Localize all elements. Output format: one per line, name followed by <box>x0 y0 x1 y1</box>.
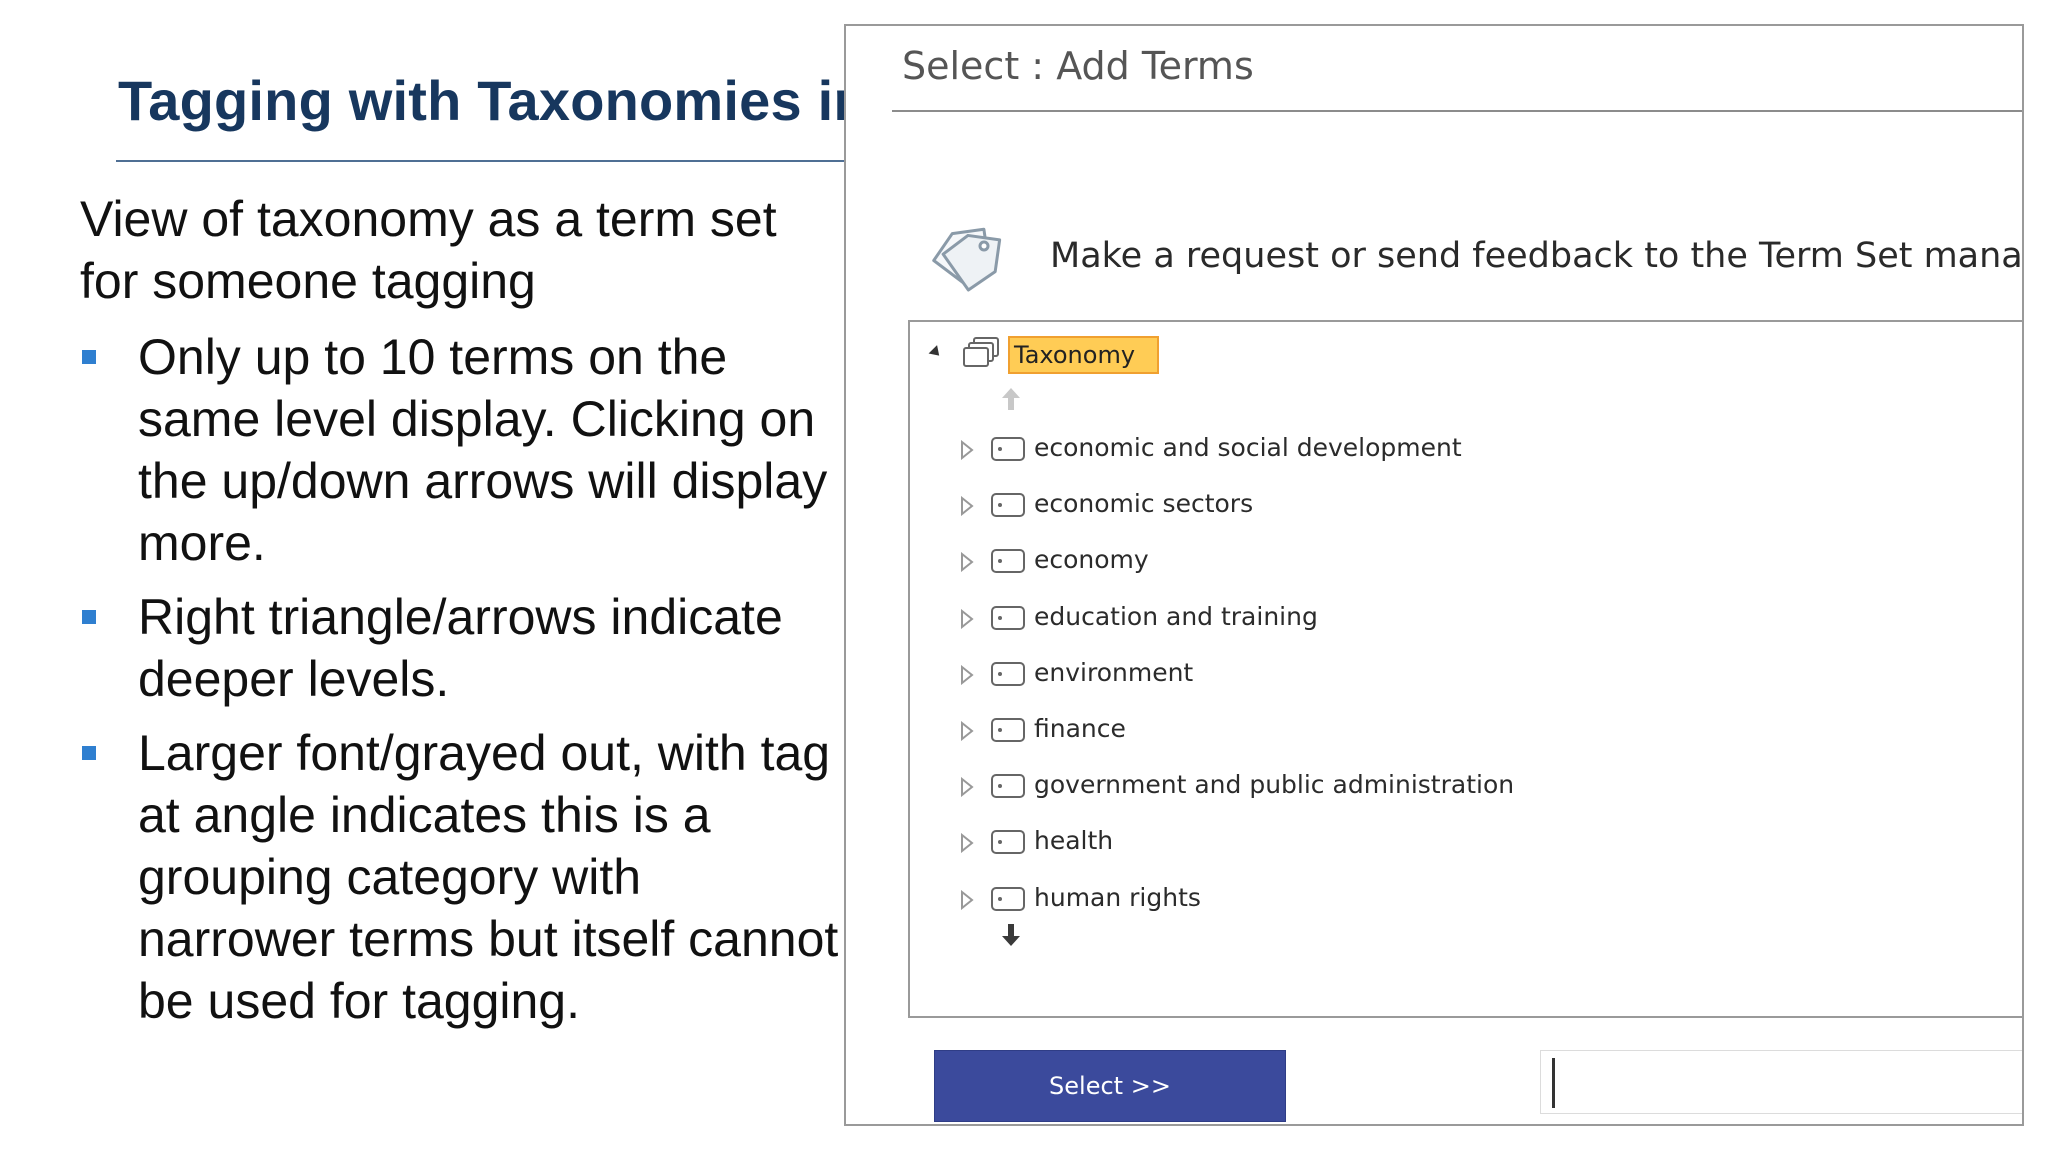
expand-arrow-icon[interactable] <box>960 664 974 685</box>
expand-arrow-icon[interactable] <box>960 552 974 573</box>
term-tag-icon <box>991 661 1025 686</box>
feedback-row: Make a request or send feedback to the T… <box>926 196 2022 296</box>
term-tag-icon <box>991 605 1025 630</box>
term-tag-icon <box>991 774 1025 799</box>
add-terms-dialog: Select : Add Terms Make a request or sen… <box>844 24 2024 1126</box>
term-row-human-rights[interactable]: human rights <box>960 878 1760 934</box>
term-tree-panel: Taxonomy economic and social development… <box>908 320 2022 1018</box>
term-tag-icon <box>991 549 1025 574</box>
text-caret <box>1552 1058 1555 1108</box>
square-bullet-icon <box>82 610 96 624</box>
bullet-text: Right triangle/arrows indicate deeper le… <box>138 589 783 707</box>
term-tag-icon <box>991 717 1025 742</box>
slide-title: Tagging with Taxonomies in <box>118 69 868 132</box>
title-divider <box>116 160 856 162</box>
term-label: economic sectors <box>1034 489 1254 519</box>
bullet-item: Right triangle/arrows indicate deeper le… <box>80 586 840 710</box>
term-tag-icon <box>991 886 1025 911</box>
expand-arrow-icon[interactable] <box>960 440 974 460</box>
term-tag-icon <box>991 493 1025 518</box>
term-label: human rights <box>1034 882 1201 912</box>
term-row-environment[interactable]: environment <box>960 653 1760 709</box>
term-tag-icon <box>991 437 1025 461</box>
term-label: government and public administration <box>1034 770 1515 800</box>
tag-icon[interactable] <box>926 220 1010 292</box>
term-row-economic-and-social-development[interactable]: economic and social development <box>960 428 1760 484</box>
term-label: finance <box>1034 713 1126 743</box>
bullet-text: Only up to 10 terms on the same level di… <box>138 329 828 571</box>
term-label: education and training <box>1034 601 1318 631</box>
term-row-education-and-training[interactable]: education and training <box>960 597 1760 653</box>
expand-arrow-icon[interactable] <box>960 496 974 517</box>
term-row-government-and-public-administration[interactable]: government and public administration <box>960 765 1760 821</box>
expand-arrow-icon[interactable] <box>960 608 974 629</box>
bullet-list: Only up to 10 terms on the same level di… <box>80 326 840 1044</box>
slide: Tagging with Taxonomies in View of taxon… <box>0 0 2048 1152</box>
term-label: economic and social development <box>1034 433 1462 462</box>
square-bullet-icon <box>82 746 96 760</box>
tree-root-label[interactable]: Taxonomy <box>1008 336 1160 374</box>
slide-intro: View of taxonomy as a term set for someo… <box>80 191 777 309</box>
square-bullet-icon <box>82 350 96 364</box>
scroll-up-arrow-icon[interactable] <box>1000 386 1022 412</box>
expand-arrow-icon[interactable] <box>960 777 974 798</box>
feedback-link[interactable]: Make a request or send feedback to the T… <box>1050 236 2022 276</box>
term-row-economic-sectors[interactable]: economic sectors <box>960 484 1760 540</box>
bullet-item: Only up to 10 terms on the same level di… <box>80 326 840 574</box>
expand-arrow-icon[interactable] <box>960 833 974 854</box>
term-list: economic and social development economic… <box>960 428 1760 934</box>
scroll-down-arrow-icon[interactable] <box>1000 922 1022 948</box>
term-row-health[interactable]: health <box>960 821 1760 877</box>
dialog-title: Select : Add Terms <box>902 44 1254 88</box>
term-label: health <box>1034 826 1114 856</box>
term-row-finance[interactable]: finance <box>960 709 1760 765</box>
bullet-item: Larger font/grayed out, with tag at angl… <box>80 722 840 1032</box>
collapse-arrow-icon[interactable] <box>928 345 944 360</box>
expand-arrow-icon[interactable] <box>960 720 974 741</box>
expand-arrow-icon[interactable] <box>960 889 974 910</box>
term-row-economy[interactable]: economy <box>960 540 1760 596</box>
term-set-icon <box>963 337 999 367</box>
term-label: environment <box>1034 657 1194 687</box>
select-button[interactable]: Select >> <box>934 1050 1286 1122</box>
selected-terms-input[interactable] <box>1540 1050 2022 1114</box>
tree-root-row[interactable]: Taxonomy <box>928 334 1330 374</box>
bullet-text: Larger font/grayed out, with tag at angl… <box>138 725 839 1029</box>
term-label: economy <box>1034 545 1149 575</box>
term-tag-icon <box>991 830 1025 855</box>
dialog-title-divider <box>892 110 2022 112</box>
